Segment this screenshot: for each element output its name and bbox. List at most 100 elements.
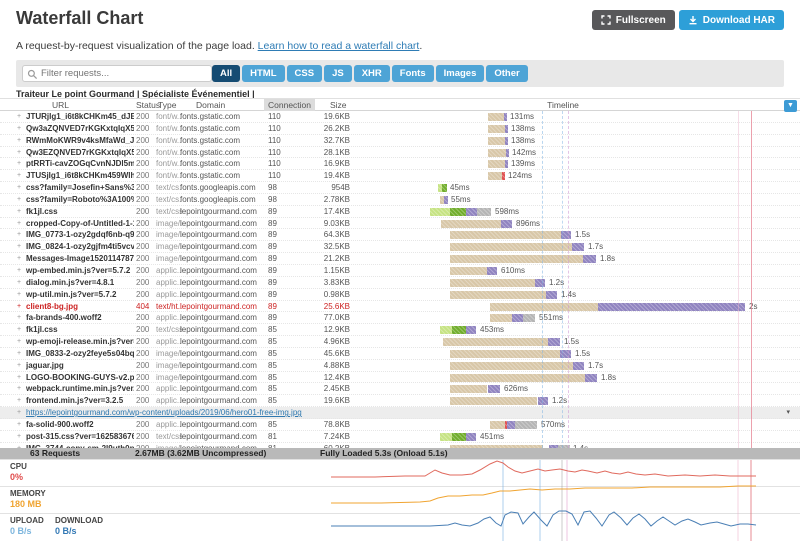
- expand-icon[interactable]: +: [17, 383, 25, 395]
- summary-requests: 63 Requests: [30, 448, 80, 459]
- expand-icon[interactable]: +: [17, 241, 25, 253]
- expand-icon[interactable]: +: [17, 265, 25, 277]
- expand-icon[interactable]: +: [17, 158, 25, 170]
- table-row[interactable]: +JTUSjIg1_i6t8kCHKm459Wlh...200font/w...…: [0, 170, 800, 182]
- request-size: 77.0KB: [294, 312, 350, 324]
- request-connection: 85: [268, 324, 294, 336]
- timing-label: 626ms: [504, 383, 528, 394]
- expand-icon[interactable]: +: [17, 407, 25, 419]
- column-header-timeline[interactable]: Timeline: [355, 100, 771, 110]
- expand-icon[interactable]: +: [17, 135, 25, 147]
- table-row[interactable]: +jaguar.jpg200image/...lepointgourmand.c…: [0, 360, 800, 372]
- column-header-type[interactable]: Type: [158, 100, 176, 110]
- request-url-link[interactable]: https://lepointgourmand.com/wp-content/u…: [26, 407, 302, 419]
- request-connection: 85: [268, 360, 294, 372]
- column-header-connection[interactable]: Connection: [264, 99, 315, 111]
- expand-icon[interactable]: +: [17, 253, 25, 265]
- column-header-size[interactable]: Size: [330, 100, 347, 110]
- expand-icon[interactable]: +: [17, 324, 25, 336]
- table-row[interactable]: +RWmMoKWR9v4ksMfaWd_J...200font/w...font…: [0, 135, 800, 147]
- expand-icon[interactable]: +: [17, 419, 25, 431]
- request-size: 4.96KB: [294, 336, 350, 348]
- table-row[interactable]: +css?family=Josefin+Sans%3...200text/cs.…: [0, 182, 800, 194]
- table-row[interactable]: +ptRRTi-cavZOGqCvnNJDl5m...200font/w...f…: [0, 158, 800, 170]
- table-row[interactable]: +fk1jl.css200text/csslepointgourmand.com…: [0, 206, 800, 218]
- timing-segment-dgreen: [452, 433, 466, 441]
- filter-tab-html[interactable]: HTML: [242, 65, 284, 82]
- request-type: image/...: [156, 253, 182, 265]
- table-row[interactable]: +css?family=Roboto%3A100%...200text/cs..…: [0, 194, 800, 206]
- expand-icon[interactable]: +: [17, 218, 25, 230]
- request-connection: 89: [268, 218, 294, 230]
- column-header-url[interactable]: URL: [52, 100, 69, 110]
- expand-icon[interactable]: +: [17, 312, 25, 324]
- table-row[interactable]: +wp-emoji-release.min.js?ver=...200appli…: [0, 336, 800, 348]
- filter-tab-js[interactable]: JS: [324, 65, 352, 82]
- table-row[interactable]: +fa-solid-900.woff2200applic...lepointgo…: [0, 419, 800, 431]
- filter-requests-input[interactable]: [41, 66, 209, 81]
- request-size: 21.2KB: [294, 253, 350, 265]
- expand-icon[interactable]: +: [17, 289, 25, 301]
- table-row[interactable]: +frontend.min.js?ver=3.2.5200applic...le…: [0, 395, 800, 407]
- table-row[interactable]: +Qw3aZQNVED7rKGKxtqIqX5...200font/w...fo…: [0, 123, 800, 135]
- table-row[interactable]: +Qw3EZQNVED7rKGKxtqIqX5...200font/w...fo…: [0, 147, 800, 159]
- table-row[interactable]: +IMG_0824-1-ozy2gjfm4ti5vcv...200image/.…: [0, 241, 800, 253]
- table-row[interactable]: +fk1jl.css200text/csslepointgourmand.com…: [0, 324, 800, 336]
- table-row[interactable]: +cropped-Copy-of-Untitled-1-1...200image…: [0, 218, 800, 230]
- request-timeline: 45ms: [355, 182, 800, 193]
- expand-icon[interactable]: +: [17, 194, 25, 206]
- filter-tab-other[interactable]: Other: [486, 65, 527, 82]
- request-type: image/...: [156, 348, 182, 360]
- filter-tab-fonts[interactable]: Fonts: [392, 65, 434, 82]
- filter-tab-all[interactable]: All: [212, 65, 240, 82]
- table-row[interactable]: +wp-util.min.js?ver=5.7.2200applic...lep…: [0, 289, 800, 301]
- memory-line: [331, 486, 756, 503]
- column-header-status[interactable]: Status: [136, 100, 160, 110]
- filter-tab-xhr[interactable]: XHR: [354, 65, 390, 82]
- table-row[interactable]: +client8-bg.jpg404text/ht...lepointgourm…: [0, 301, 800, 313]
- expand-icon[interactable]: +: [17, 111, 25, 123]
- timing-label: 1.4s: [573, 443, 588, 448]
- column-header-domain[interactable]: Domain: [196, 100, 225, 110]
- table-row[interactable]: +fa-brands-400.woff2200applic...lepointg…: [0, 312, 800, 324]
- table-row[interactable]: +LOGO-BOOKING-GUYS-v2.png200image/...lep…: [0, 372, 800, 384]
- table-row[interactable]: +https://lepointgourmand.com/wp-content/…: [0, 407, 800, 419]
- table-row[interactable]: +IMG_0773-1-ozy2gdqf6nb-q9b...200image/.…: [0, 229, 800, 241]
- summary-size: 2.67MB (3.62MB Uncompressed): [135, 448, 266, 459]
- request-domain: lepointgourmand.com: [180, 324, 262, 336]
- expand-icon[interactable]: +: [17, 336, 25, 348]
- filter-tab-images[interactable]: Images: [436, 65, 485, 82]
- table-row[interactable]: +webpack.runtime.min.js?ver...200applic.…: [0, 383, 800, 395]
- request-domain: fonts.gstatic.com: [180, 135, 262, 147]
- row-expand-caret[interactable]: ▾: [786, 407, 790, 419]
- expand-icon[interactable]: +: [17, 229, 25, 241]
- expand-icon[interactable]: +: [17, 123, 25, 135]
- timing-label: 451ms: [480, 431, 504, 442]
- expand-icon[interactable]: +: [17, 301, 25, 313]
- waterfall-help-link[interactable]: Learn how to read a waterfall chart: [258, 40, 420, 52]
- expand-icon[interactable]: +: [17, 182, 25, 194]
- expand-icon[interactable]: +: [17, 431, 25, 443]
- filter-tab-css[interactable]: CSS: [287, 65, 323, 82]
- expand-icon[interactable]: +: [17, 277, 25, 289]
- table-row[interactable]: +Messages-Image1520114787...200image/...…: [0, 253, 800, 265]
- request-type: text/css: [156, 324, 182, 336]
- table-row[interactable]: +dialog.min.js?ver=4.8.1200applic...lepo…: [0, 277, 800, 289]
- fullscreen-button[interactable]: Fullscreen: [592, 10, 675, 30]
- expand-icon[interactable]: +: [17, 395, 25, 407]
- expand-icon[interactable]: +: [17, 372, 25, 384]
- request-timeline: 451ms: [355, 431, 800, 442]
- timing-segment-tan: [488, 125, 505, 133]
- download-har-button[interactable]: Download HAR: [679, 10, 784, 30]
- table-row[interactable]: +wp-embed.min.js?ver=5.7.2200applic...le…: [0, 265, 800, 277]
- expand-icon[interactable]: +: [17, 206, 25, 218]
- expand-icon[interactable]: +: [17, 360, 25, 372]
- expand-icon[interactable]: +: [17, 147, 25, 159]
- table-row[interactable]: +JTURjIg1_i6t8kCHKm45_dJE...200font/w...…: [0, 111, 800, 123]
- table-row[interactable]: +IMG_0833-2-ozy2feye5s04bq...200image/..…: [0, 348, 800, 360]
- table-row[interactable]: +post-315.css?ver=1625836761200text/cssl…: [0, 431, 800, 443]
- request-status: 200: [136, 111, 158, 123]
- expand-icon[interactable]: +: [17, 170, 25, 182]
- expand-icon[interactable]: +: [17, 348, 25, 360]
- request-url: fa-brands-400.woff2: [26, 312, 134, 324]
